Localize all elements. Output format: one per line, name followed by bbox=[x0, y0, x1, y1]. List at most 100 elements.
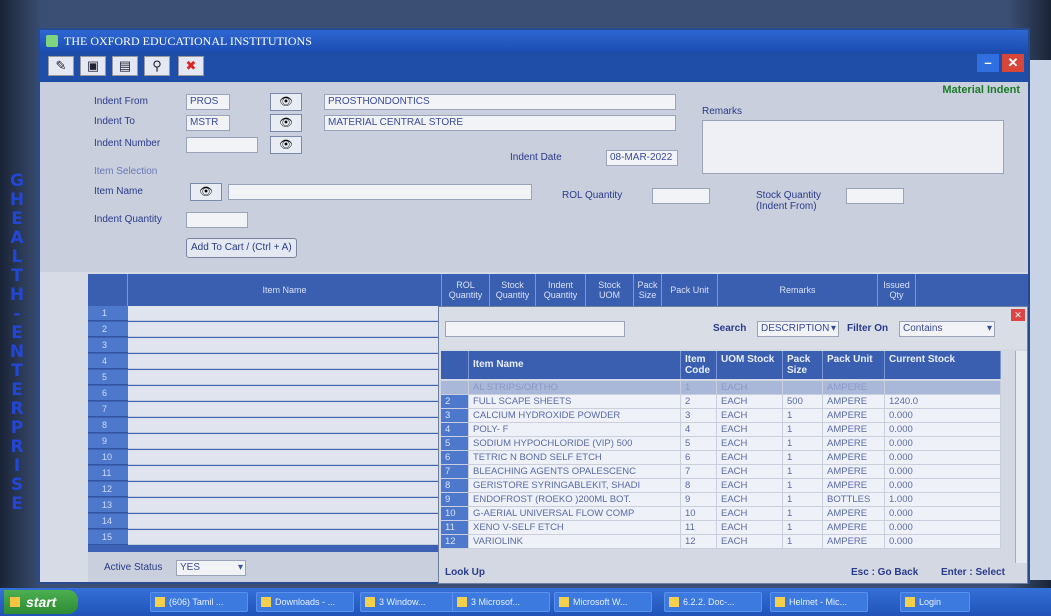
grid-row[interactable]: 14 bbox=[88, 514, 442, 530]
indent-quantity-input[interactable] bbox=[186, 212, 248, 228]
taskbar-task-button[interactable]: Helmet - Mic... bbox=[770, 592, 868, 612]
close-window-button[interactable]: ✕ bbox=[1002, 54, 1024, 72]
grid-item-name-cell[interactable] bbox=[128, 482, 442, 497]
active-status-select[interactable]: YES ▾ bbox=[176, 560, 246, 576]
lookup-search-input[interactable] bbox=[445, 321, 625, 337]
grid-item-name-cell[interactable] bbox=[128, 354, 442, 369]
lookup-row[interactable]: 11 XENO V-SELF ETCH 11 EACH 1 AMPERE 0.000 bbox=[441, 521, 1001, 535]
grid-item-name-cell[interactable] bbox=[128, 386, 442, 401]
lookup-row[interactable]: 3 CALCIUM HYDROXIDE POWDER 3 EACH 1 AMPERE 0.0… bbox=[441, 409, 1001, 423]
lookup-row[interactable]: 8 GERISTORE SYRINGABLEKIT, SHADI 8 EACH 1 AMP… bbox=[441, 479, 1001, 493]
column-header-stock-uom: Stock UOM bbox=[586, 274, 634, 306]
print-icon[interactable]: ▤ bbox=[112, 56, 138, 76]
taskbar-task-button[interactable]: 3 Microsof... bbox=[452, 592, 550, 612]
lookup-title: Look Up bbox=[445, 567, 485, 578]
indent-number-input[interactable] bbox=[186, 137, 258, 153]
grid-row[interactable]: 5 bbox=[88, 370, 442, 386]
lookup-cell-uom-stock: EACH bbox=[717, 395, 783, 409]
grid-item-name-cell[interactable] bbox=[128, 306, 442, 321]
grid-item-name-cell[interactable] bbox=[128, 450, 442, 465]
lookup-row[interactable]: 9 ENDOFROST (ROEKO )200ML BOT. 9 EACH 1 BOTTL… bbox=[441, 493, 1001, 507]
lookup-row[interactable]: AL STRIPS/ORTHO 1 EACH AMPERE bbox=[441, 381, 1001, 395]
lookup-cell-item-name: GERISTORE SYRINGABLEKIT, SHADI bbox=[469, 479, 681, 493]
grid-row[interactable]: 3 bbox=[88, 338, 442, 354]
grid-item-name-cell[interactable] bbox=[128, 466, 442, 481]
indent-number-label: Indent Number bbox=[94, 138, 161, 149]
grid-row[interactable]: 1 bbox=[88, 306, 442, 322]
grid-item-name-cell[interactable] bbox=[128, 434, 442, 449]
indent-form: Material Indent Indent From PROS 👁 PROST… bbox=[40, 82, 1028, 272]
item-name-lookup-button[interactable]: 👁 bbox=[190, 183, 222, 201]
lookup-cell-pack-size: 1 bbox=[783, 493, 823, 507]
grid-row[interactable]: 6 bbox=[88, 386, 442, 402]
taskbar-task-button[interactable]: Microsoft W... bbox=[554, 592, 652, 612]
lookup-row[interactable]: 10 G-AERIAL UNIVERSAL FLOW COMP 10 EACH 1 AMP… bbox=[441, 507, 1001, 521]
taskbar-task-button[interactable]: 6.2.2. Doc-... bbox=[664, 592, 762, 612]
lookup-cell-item-name: SODIUM HYPOCHLORIDE (VIP) 500 bbox=[469, 437, 681, 451]
indent-from-code-input[interactable]: PROS bbox=[186, 94, 230, 110]
lookup-header-uom-stock: UOM Stock bbox=[717, 351, 783, 379]
lookup-row[interactable]: 2 FULL SCAPE SHEETS 2 EACH 500 AMPERE 1240.0 bbox=[441, 395, 1001, 409]
grid-item-name-cell[interactable] bbox=[128, 338, 442, 353]
taskbar-task-button[interactable]: Login bbox=[900, 592, 970, 612]
search-icon[interactable]: ⚲ bbox=[144, 56, 170, 76]
lookup-row[interactable]: 4 POLY- F 4 EACH 1 AMPERE 0.000 bbox=[441, 423, 1001, 437]
grid-item-name-cell[interactable] bbox=[128, 498, 442, 513]
side-letter: H bbox=[9, 190, 25, 210]
taskbar: start (606) Tamil ... Downloads - ... 3 Wi… bbox=[0, 588, 1051, 616]
grid-row[interactable]: 8 bbox=[88, 418, 442, 434]
grid-row[interactable]: 13 bbox=[88, 498, 442, 514]
add-to-cart-button[interactable]: Add To Cart / (Ctrl + A) bbox=[186, 238, 297, 258]
grid-item-name-cell[interactable] bbox=[128, 418, 442, 433]
edit-icon[interactable]: ✎ bbox=[48, 56, 74, 76]
filter-on-select[interactable]: Contains ▾ bbox=[899, 321, 995, 337]
remarks-textarea[interactable] bbox=[702, 120, 1004, 174]
close-icon[interactable]: ✖ bbox=[178, 56, 204, 76]
grid-row[interactable]: 2 bbox=[88, 322, 442, 338]
indent-to-code-input[interactable]: MSTR bbox=[186, 115, 230, 131]
lookup-cell-item-name: AL STRIPS/ORTHO bbox=[469, 381, 681, 395]
vertical-brand-text: GHEALTH-ENTERPRISE bbox=[4, 172, 30, 514]
minimize-button[interactable]: – bbox=[977, 54, 999, 72]
lookup-cell-row-number: 6 bbox=[441, 451, 469, 465]
lookup-cell-uom-stock: EACH bbox=[717, 437, 783, 451]
grid-item-name-cell[interactable] bbox=[128, 530, 442, 545]
save-icon[interactable]: ▣ bbox=[80, 56, 106, 76]
lookup-scrollbar[interactable] bbox=[1015, 351, 1027, 565]
side-letter: T bbox=[11, 361, 23, 381]
stock-quantity-field bbox=[846, 188, 904, 204]
lookup-row[interactable]: 7 BLEACHING AGENTS OPALESCENC 7 EACH 1 AMPERE… bbox=[441, 465, 1001, 479]
indent-date-input[interactable]: 08-MAR-2022 bbox=[606, 150, 678, 166]
lookup-row[interactable]: 6 TETRIC N BOND SELF ETCH 6 EACH 1 AMPERE 0.00… bbox=[441, 451, 1001, 465]
grid-row[interactable]: 4 bbox=[88, 354, 442, 370]
grid-item-name-cell[interactable] bbox=[128, 402, 442, 417]
side-letter: L bbox=[11, 247, 23, 267]
lookup-row[interactable]: 5 SODIUM HYPOCHLORIDE (VIP) 500 5 EACH 1 AMPE… bbox=[441, 437, 1001, 451]
start-label: start bbox=[26, 594, 57, 610]
grid-row[interactable]: 7 bbox=[88, 402, 442, 418]
indent-number-lookup-button[interactable]: 👁 bbox=[270, 136, 302, 154]
lookup-close-icon[interactable]: ✕ bbox=[1011, 309, 1025, 321]
indent-from-lookup-button[interactable]: 👁 bbox=[270, 93, 302, 111]
lookup-cell-current-stock: 1240.0 bbox=[885, 395, 1001, 409]
grid-row[interactable]: 9 bbox=[88, 434, 442, 450]
item-name-input[interactable] bbox=[228, 184, 532, 200]
grid-item-name-cell[interactable] bbox=[128, 322, 442, 337]
lookup-row[interactable]: 12 VARIOLINK 12 EACH 1 AMPERE 0.000 bbox=[441, 535, 1001, 549]
column-header-stock-quantity: Stock Quantity bbox=[490, 274, 536, 306]
grid-row[interactable]: 10 bbox=[88, 450, 442, 466]
search-by-value: DESCRIPTION bbox=[761, 323, 830, 334]
start-button[interactable]: start bbox=[4, 590, 78, 614]
grid-row[interactable]: 12 bbox=[88, 482, 442, 498]
grid-item-name-cell[interactable] bbox=[128, 514, 442, 529]
search-by-select[interactable]: DESCRIPTION ▾ bbox=[757, 321, 839, 337]
taskbar-task-button[interactable]: 3 Window... bbox=[360, 592, 458, 612]
grid-row[interactable]: 15 bbox=[88, 530, 442, 546]
taskbar-task-button[interactable]: (606) Tamil ... bbox=[150, 592, 248, 612]
taskbar-task-button[interactable]: Downloads - ... bbox=[256, 592, 354, 612]
grid-row[interactable]: 11 bbox=[88, 466, 442, 482]
indent-to-lookup-button[interactable]: 👁 bbox=[270, 114, 302, 132]
side-letter: E bbox=[11, 380, 23, 400]
lookup-cell-current-stock: 0.000 bbox=[885, 437, 1001, 451]
grid-item-name-cell[interactable] bbox=[128, 370, 442, 385]
